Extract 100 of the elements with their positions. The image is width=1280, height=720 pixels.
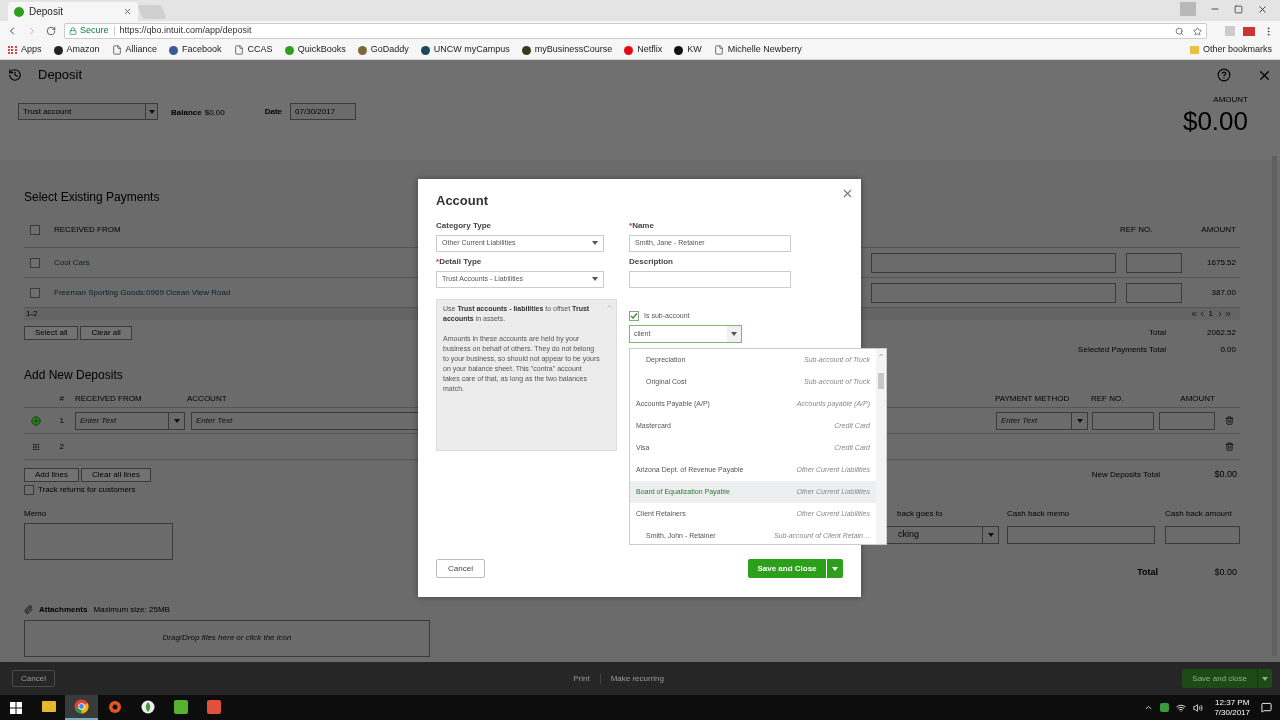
checkbox[interactable]: [30, 287, 40, 298]
caret-icon: [592, 241, 598, 245]
tray-app-icon[interactable]: [1160, 703, 1170, 712]
browser-icon: [74, 699, 89, 714]
help-icon[interactable]: [1217, 68, 1231, 82]
checkbox[interactable]: [629, 310, 639, 321]
bookmark-item[interactable]: Other bookmarks: [1189, 43, 1272, 57]
bookmark-item[interactable]: myBusinessCourse: [521, 43, 613, 57]
recorder-app-icon: [206, 699, 221, 714]
address-bar[interactable]: Secure https://qbo.intuit.com/app/deposit: [64, 23, 1207, 39]
cancel-button[interactable]: Cancel: [12, 670, 55, 687]
required-mark: *: [629, 219, 633, 232]
column-header: REF NO.: [1120, 223, 1154, 236]
memo-field[interactable]: [871, 282, 1116, 303]
attachments-label: Attachments: [39, 603, 88, 616]
field-label: Description: [629, 255, 673, 268]
checkbox[interactable]: [30, 257, 40, 268]
received-from-select[interactable]: Enter Text: [75, 411, 185, 430]
wifi-icon[interactable]: [1176, 702, 1187, 713]
notifications-icon[interactable]: [1261, 702, 1272, 713]
tray-expand-icon[interactable]: [1144, 703, 1154, 712]
amount-cell-text: 387.00: [1210, 286, 1237, 299]
delete-icon[interactable]: [1224, 442, 1234, 451]
volume-icon[interactable]: [1193, 702, 1204, 713]
checkbox[interactable]: [30, 224, 40, 235]
reload-icon[interactable]: [46, 26, 56, 36]
column-header: PAYMENT METHOD: [995, 392, 1071, 405]
make-recurring-link[interactable]: Make recurring: [610, 672, 664, 685]
table-button[interactable]: Clear all: [80, 326, 132, 340]
total-label: Selected Payments Total: [1078, 344, 1166, 356]
bookmark-item[interactable]: Michelle Newberry: [713, 43, 802, 57]
column-header: RECEIVED FROM: [54, 223, 121, 236]
table-button[interactable]: Clear all lines: [80, 468, 151, 482]
save-options-button[interactable]: [1258, 669, 1272, 688]
cash-back-memo-field[interactable]: [1007, 526, 1155, 544]
bookmark-item[interactable]: Amazon: [53, 43, 100, 57]
first-page-icon[interactable]: [1189, 310, 1198, 318]
column-header: #: [58, 392, 64, 405]
ref-field[interactable]: [1126, 282, 1182, 303]
bookmark-item[interactable]: Apps: [8, 43, 42, 57]
payment-method-select[interactable]: Enter Text: [996, 411, 1088, 430]
field-label: Cash back amount: [1165, 508, 1233, 520]
description-field[interactable]: [629, 270, 791, 288]
close-icon[interactable]: [123, 7, 132, 16]
page-number: 1: [1208, 308, 1213, 320]
delete-icon[interactable]: [1224, 416, 1234, 425]
star-icon[interactable]: [1193, 26, 1202, 36]
total-value: $0.00: [1213, 468, 1238, 482]
scroll-up-icon[interactable]: [878, 352, 884, 358]
tab-title: Deposit: [29, 5, 64, 19]
save-button[interactable]: Save and close: [1182, 669, 1257, 688]
maximize-icon[interactable]: [1234, 4, 1243, 14]
bookmark-item[interactable]: Netflix: [624, 43, 663, 57]
ref-field[interactable]: [1126, 252, 1182, 273]
folder-icon: [1189, 46, 1199, 54]
ref-field[interactable]: [1092, 411, 1154, 430]
amount-field[interactable]: [1159, 411, 1215, 430]
bookmark-item[interactable]: GoDaddy: [357, 43, 409, 57]
bookmark-item[interactable]: CCAS: [233, 43, 273, 57]
table-button[interactable]: Add lines: [24, 468, 79, 482]
range-text: 1-2: [26, 308, 38, 320]
scrollbar[interactable]: [876, 349, 886, 544]
history-icon[interactable]: [8, 68, 22, 82]
scrollbar-thumb[interactable]: [878, 373, 884, 389]
field-label: Name: [632, 219, 654, 232]
bookmark-item[interactable]: Alliance: [111, 43, 158, 57]
cash-back-amount-field[interactable]: [1165, 526, 1240, 544]
folder-icon: [41, 701, 56, 712]
caret-icon: [987, 533, 994, 537]
drop-zone[interactable]: Drag/Drop files here or click the icon: [24, 619, 430, 657]
memo-field[interactable]: [24, 523, 173, 560]
bookmark-item[interactable]: Facebook: [169, 43, 222, 57]
checkbox[interactable]: [24, 485, 34, 495]
account-select[interactable]: Trust account: [18, 103, 158, 120]
next-page-icon[interactable]: [1216, 310, 1224, 318]
caret-icon: [1262, 676, 1268, 681]
bookmark-item[interactable]: UNCW myCampus: [420, 43, 510, 57]
total-label: Total: [1148, 327, 1166, 339]
bookmark-item[interactable]: QuickBooks: [284, 43, 346, 57]
caret-icon: [832, 566, 838, 571]
cancel-button[interactable]: Cancel: [436, 559, 485, 578]
attachment-icon[interactable]: [24, 605, 33, 614]
amount-total: $0.00: [1182, 106, 1248, 136]
print-link[interactable]: Print: [573, 672, 590, 685]
taskbar-app-button[interactable]: [65, 695, 98, 720]
scroll-up-icon[interactable]: [606, 302, 613, 310]
balance-value: $0.00: [204, 107, 225, 119]
memo-field[interactable]: [871, 252, 1116, 273]
bookmark-item[interactable]: KW: [674, 43, 702, 57]
close-icon[interactable]: [1257, 3, 1268, 15]
table-button[interactable]: Select all: [24, 326, 79, 340]
drag-handle-icon[interactable]: [32, 442, 40, 451]
extension-icon[interactable]: [1243, 26, 1255, 36]
last-page-icon[interactable]: [1224, 310, 1232, 318]
browser-tab[interactable]: Deposit: [8, 2, 138, 21]
close-icon[interactable]: [841, 187, 854, 200]
save-options-button[interactable]: [827, 559, 843, 578]
line-number: 1: [58, 414, 64, 427]
search-icon[interactable]: [1175, 26, 1184, 36]
date-field[interactable]: 07/30/2017: [290, 103, 357, 120]
